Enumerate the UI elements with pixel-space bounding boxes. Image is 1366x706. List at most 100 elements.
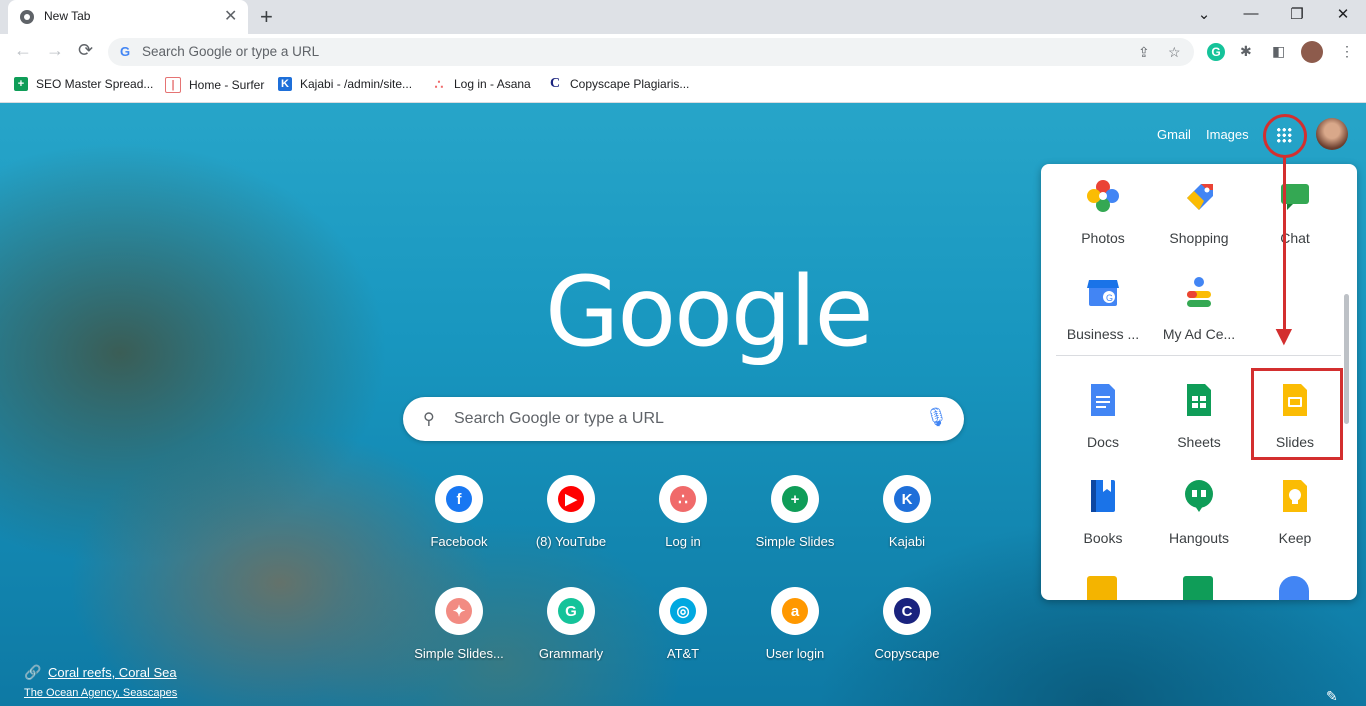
shortcut-tile[interactable]: G Grammarly	[521, 587, 621, 661]
profile-avatar[interactable]	[1301, 41, 1323, 63]
customize-pencil-icon[interactable]: ✎	[1326, 688, 1338, 705]
app-business[interactable]: G Business ...	[1055, 274, 1151, 342]
photo-credit-author[interactable]: The Ocean Agency, Seascapes	[24, 687, 177, 699]
annotation-circle	[1263, 114, 1307, 158]
shortcut-glyph: ▶	[558, 486, 584, 512]
photos-icon	[1085, 178, 1121, 214]
app-books[interactable]: Books	[1055, 478, 1151, 546]
hangouts-icon	[1181, 478, 1217, 514]
shortcut-icon: +	[771, 475, 819, 523]
link-icon: 🔗	[24, 664, 42, 680]
svg-text:G: G	[1106, 293, 1113, 303]
shortcut-icon: ∴	[659, 475, 707, 523]
side-panel-icon[interactable]: ◧	[1272, 43, 1285, 60]
bookmark-label: Log in - Asana	[454, 77, 531, 91]
extensions-icon[interactable]: ✱	[1240, 43, 1252, 60]
microphone-icon[interactable]: 🎙	[925, 407, 948, 428]
new-tab-button[interactable]: +	[260, 4, 273, 30]
shortcut-label: (8) YouTube	[535, 534, 607, 549]
app-label: Sheets	[1177, 434, 1221, 450]
shortcut-tile[interactable]: f Facebook	[409, 475, 509, 549]
gmail-link[interactable]: Gmail	[1157, 127, 1191, 142]
shortcut-icon: K	[883, 475, 931, 523]
app-label: Shopping	[1169, 230, 1229, 246]
asana-icon: ∴	[434, 76, 444, 92]
annotation-arrow-head: ▼	[1270, 320, 1298, 351]
shortcut-tile[interactable]: K Kajabi	[857, 475, 957, 549]
forward-button[interactable]: →	[46, 40, 64, 61]
shortcut-glyph: C	[894, 598, 920, 624]
ad-center-icon	[1181, 274, 1217, 310]
tab-close-icon[interactable]: ✕	[224, 6, 237, 26]
chrome-icon	[20, 10, 34, 24]
app-label: Hangouts	[1169, 530, 1229, 546]
shortcut-glyph: f	[446, 486, 472, 512]
account-avatar[interactable]	[1316, 118, 1348, 150]
copyscape-icon: C	[549, 76, 561, 91]
shortcut-label: Simple Slides...	[414, 646, 504, 661]
shortcut-icon: G	[547, 587, 595, 635]
share-icon[interactable]: ⇪	[1138, 44, 1150, 61]
bookmark-star-icon[interactable]: ☆	[1168, 44, 1181, 61]
app-hangouts[interactable]: Hangouts	[1151, 478, 1247, 546]
shortcut-label: Copyscape	[874, 646, 940, 661]
shortcut-tile[interactable]: a User login	[745, 587, 845, 661]
photo-credit-title[interactable]: Coral reefs, Coral Sea	[48, 665, 177, 680]
shortcut-label: AT&T	[666, 646, 700, 661]
app-my-ad-ce[interactable]: My Ad Ce...	[1151, 274, 1247, 342]
app-partial-icon[interactable]	[1183, 576, 1213, 600]
shopping-icon	[1181, 178, 1217, 214]
search-input[interactable]: Search Google or type a URL	[454, 410, 664, 428]
app-label: Books	[1083, 530, 1123, 546]
app-partial-icon[interactable]	[1087, 576, 1117, 600]
close-window-button[interactable]: ✕	[1320, 5, 1366, 23]
bookmark-label: Home - Surfer	[189, 78, 265, 92]
business-icon: G	[1085, 274, 1121, 310]
shortcut-icon: ✦	[435, 587, 483, 635]
app-keep[interactable]: Keep	[1247, 478, 1343, 546]
bookmark-kajabi[interactable]: K Kajabi - /admin/site...	[278, 77, 412, 91]
shortcut-label: Simple Slides	[755, 534, 835, 549]
shortcut-tile[interactable]: C Copyscape	[857, 587, 957, 661]
shortcut-tile[interactable]: ◎ AT&T	[633, 587, 733, 661]
shortcut-tile[interactable]: ✦ Simple Slides...	[409, 587, 509, 661]
shortcut-glyph: a	[782, 598, 808, 624]
bookmark-copyscape[interactable]: C Copyscape Plagiaris...	[548, 76, 689, 92]
sheets-icon: +	[14, 77, 28, 91]
minimize-button[interactable]: —	[1228, 5, 1274, 22]
shortcut-glyph: +	[782, 486, 808, 512]
bookmark-label: Kajabi - /admin/site...	[300, 77, 413, 91]
restore-button[interactable]: ❐	[1274, 5, 1320, 23]
tab-search-icon[interactable]: ⌄	[1181, 5, 1227, 23]
app-label: Keep	[1278, 530, 1312, 546]
shortcut-tile[interactable]: ▶ (8) YouTube	[521, 475, 621, 549]
bookmark-seo-master[interactable]: + SEO Master Spread...	[14, 77, 153, 91]
app-photos[interactable]: Photos	[1055, 178, 1151, 246]
app-shopping[interactable]: Shopping	[1151, 178, 1247, 246]
shortcut-tile[interactable]: ∴ Log in	[633, 475, 733, 549]
google-icon: G	[120, 44, 131, 59]
address-placeholder: Search Google or type a URL	[142, 44, 320, 59]
shortcut-icon: ▶	[547, 475, 595, 523]
reload-button[interactable]: ⟳	[78, 40, 93, 61]
kajabi-icon: K	[278, 77, 292, 91]
bookmark-surfer[interactable]: | Home - Surfer	[165, 77, 264, 93]
app-chat[interactable]: Chat	[1247, 178, 1343, 246]
shortcut-tile[interactable]: + Simple Slides	[745, 475, 845, 549]
shortcut-label: Grammarly	[538, 646, 604, 661]
divider	[1056, 355, 1341, 356]
address-bar[interactable]: G Search Google or type a URL ⇪ ☆	[108, 38, 1194, 66]
search-box[interactable]: ⚲ Search Google or type a URL 🎙	[403, 397, 964, 441]
images-link[interactable]: Images	[1206, 127, 1249, 142]
tab-new-tab[interactable]: New Tab ✕	[8, 0, 248, 34]
grammarly-extension-icon[interactable]: G	[1207, 43, 1225, 61]
back-button[interactable]: ←	[14, 40, 32, 61]
app-sheets[interactable]: Sheets	[1151, 382, 1247, 450]
menu-icon[interactable]: ⋮	[1340, 43, 1354, 60]
app-docs[interactable]: Docs	[1055, 382, 1151, 450]
scrollbar[interactable]	[1344, 294, 1349, 424]
keep-icon	[1277, 478, 1313, 514]
app-partial-icon[interactable]	[1279, 576, 1309, 600]
app-label: Chat	[1280, 230, 1310, 246]
bookmark-asana[interactable]: ∴ Log in - Asana	[432, 77, 531, 91]
